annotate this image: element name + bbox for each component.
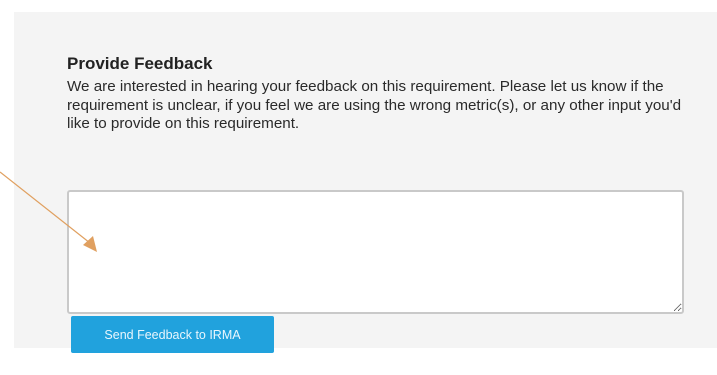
send-feedback-button[interactable]: Send Feedback to IRMA (71, 316, 274, 353)
feedback-title: Provide Feedback (67, 54, 213, 73)
feedback-description: We are interested in hearing your feedba… (67, 78, 682, 132)
feedback-textarea[interactable] (67, 190, 684, 314)
